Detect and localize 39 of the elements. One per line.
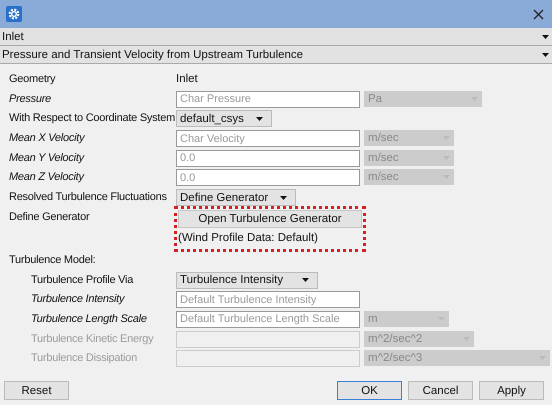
field-label: Turbulence Dissipation (30, 351, 138, 366)
input-field[interactable]: Default Turbulence Length Scale (176, 310, 360, 328)
caret-icon (302, 278, 309, 282)
input-field[interactable]: Default Turbulence Intensity (176, 291, 360, 308)
section-header[interactable]: Pressure and Transient Velocity from Upstream Turbulence (0, 46, 552, 64)
field-label: Turbulence Profile Via (30, 272, 134, 288)
geometry-value: Inlet (176, 72, 198, 87)
field-label: Turbulence Length Scale (30, 312, 148, 327)
input-field[interactable]: Char Pressure (176, 90, 360, 108)
field-label: Mean X Velocity (9, 131, 86, 146)
dialog-button[interactable]: Reset (4, 381, 69, 400)
section-title: Pressure and Transient Velocity from Upstream Turbulence (2, 48, 304, 60)
field-label: Mean Z Velocity (9, 170, 86, 186)
gear-icon (6, 6, 22, 22)
dialog-button[interactable]: Apply (479, 381, 544, 400)
field-label: Turbulence Kinetic Energy (30, 332, 154, 347)
dialog-button[interactable]: OK (337, 381, 402, 400)
dialog-button[interactable]: Cancel (408, 381, 473, 400)
section-title: Inlet (2, 30, 24, 42)
field-label: Resolved Turbulence Fluctuations (9, 190, 168, 206)
dropdown[interactable]: default_csys (176, 110, 272, 128)
profile-note: (Wind Profile Data: Default) (178, 230, 319, 246)
caret-icon (256, 116, 263, 121)
input-field[interactable]: 0.0 (176, 169, 360, 186)
field-label: Turbulence Model: (9, 252, 96, 268)
input-field[interactable]: 0.0 (176, 150, 360, 167)
open-generator-button[interactable]: Open Turbulence Generator (178, 210, 362, 228)
section-header[interactable]: Inlet (0, 28, 552, 46)
dropdown[interactable]: Turbulence Intensity (176, 272, 318, 288)
field-label: With Respect to Coordinate System (9, 111, 176, 126)
caret-icon (280, 196, 288, 200)
field-label: Geometry (9, 72, 56, 87)
close-icon[interactable] (533, 8, 544, 20)
field-label: Mean Y Velocity (9, 150, 86, 166)
dropdown[interactable]: Define Generator (176, 189, 296, 206)
input-field[interactable]: Char Velocity (176, 130, 360, 148)
field-label: Turbulence Intensity (30, 292, 126, 308)
field-label: Define Generator (9, 210, 90, 225)
field-label: Pressure (9, 92, 52, 107)
